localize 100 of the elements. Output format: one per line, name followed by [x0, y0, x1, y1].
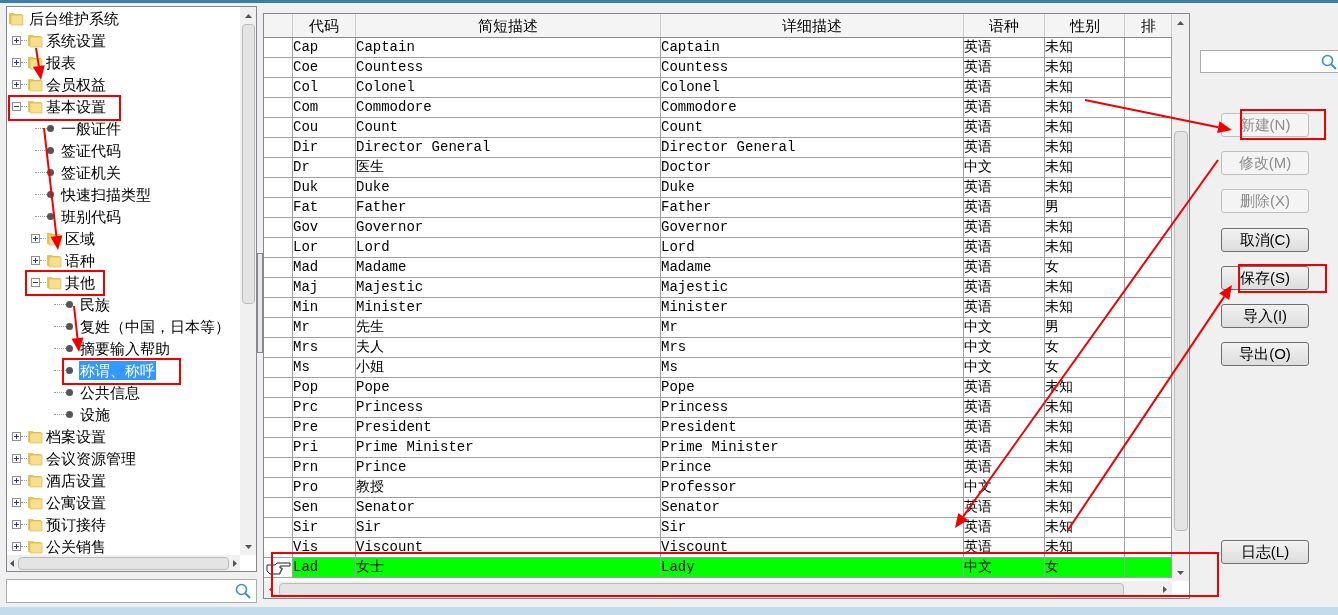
- scroll-left-icon[interactable]: [10, 559, 14, 567]
- tree-item[interactable]: 会员权益: [45, 74, 107, 94]
- tree-item[interactable]: 快速扫描类型: [60, 184, 152, 204]
- tree-item[interactable]: 语种: [64, 250, 96, 270]
- table-cell: 英语: [964, 198, 1045, 217]
- column-header[interactable]: 详细描述: [661, 14, 964, 37]
- table-cell: 女: [1045, 358, 1125, 377]
- action-button[interactable]: 保存(S): [1221, 266, 1309, 290]
- scroll-right-icon[interactable]: [1163, 586, 1167, 593]
- scroll-up-icon[interactable]: [244, 13, 252, 18]
- scroll-left-icon[interactable]: [269, 586, 273, 593]
- table-cell: 未知: [1045, 38, 1125, 57]
- action-button[interactable]: 取消(C): [1221, 228, 1309, 252]
- scrollbar-thumb[interactable]: [18, 556, 229, 570]
- expand-icon[interactable]: [12, 79, 21, 89]
- horizontal-scrollbar[interactable]: [7, 555, 240, 571]
- table-cell: Madame: [356, 258, 661, 277]
- bullet-icon: [66, 344, 73, 352]
- table-cell: 未知: [1045, 118, 1125, 137]
- table-cell: Mr: [661, 318, 964, 337]
- scroll-down-icon[interactable]: [1177, 570, 1184, 575]
- tree-item[interactable]: 报表: [45, 52, 77, 72]
- table-cell: 英语: [964, 378, 1045, 397]
- scrollbar-thumb[interactable]: [241, 24, 255, 304]
- tree-item[interactable]: 签证代码: [60, 140, 122, 160]
- column-header[interactable]: 性别: [1045, 14, 1125, 37]
- expand-icon[interactable]: [31, 233, 40, 243]
- expand-icon[interactable]: [12, 57, 21, 67]
- column-header[interactable]: 简短描述: [356, 14, 661, 37]
- tree-item[interactable]: 会议资源管理: [45, 448, 137, 468]
- table-cell: Com: [293, 98, 356, 117]
- table-cell: 英语: [964, 518, 1045, 537]
- table-cell: Governor: [356, 218, 661, 237]
- expand-icon[interactable]: [12, 453, 21, 463]
- collapse-icon[interactable]: [12, 101, 21, 111]
- search-icon[interactable]: [1321, 53, 1337, 70]
- expand-icon[interactable]: [12, 497, 21, 507]
- folder-icon: [27, 98, 43, 114]
- expand-icon[interactable]: [12, 541, 21, 551]
- action-button[interactable]: 导出(O): [1221, 342, 1309, 366]
- table-cell: President: [661, 418, 964, 437]
- tree-item[interactable]: 复姓（中国，日本等）: [79, 316, 231, 336]
- table-cell: 英语: [964, 78, 1045, 97]
- table-cell: Dir: [293, 138, 356, 157]
- table-cell: 未知: [1045, 238, 1125, 257]
- tree-item[interactable]: 民族: [79, 294, 111, 314]
- table-cell: 教授: [356, 478, 661, 497]
- folder-icon: [27, 450, 43, 466]
- action-button[interactable]: 日志(L): [1221, 540, 1309, 564]
- tree-item[interactable]: 预订接待: [45, 514, 107, 534]
- vertical-scrollbar[interactable]: [240, 7, 256, 555]
- table-cell: 英语: [964, 278, 1045, 297]
- bullet-icon: [47, 190, 54, 198]
- tree-item[interactable]: 其他: [64, 272, 96, 292]
- tree-item[interactable]: 设施: [79, 404, 111, 424]
- tree-item[interactable]: 公关销售: [45, 536, 107, 555]
- scrollbar-thumb[interactable]: [1173, 131, 1188, 531]
- table-cell: 英语: [964, 58, 1045, 77]
- tree-item[interactable]: 基本设置: [45, 96, 107, 116]
- bullet-icon: [47, 168, 54, 176]
- table-cell: 未知: [1045, 98, 1125, 117]
- table-cell: Sir: [356, 518, 661, 537]
- tree-item[interactable]: 签证机关: [60, 162, 122, 182]
- table-cell: Professor: [661, 478, 964, 497]
- scrollbar-thumb[interactable]: [279, 582, 1124, 597]
- tree-item[interactable]: 摘要输入帮助: [79, 338, 171, 358]
- collapse-icon[interactable]: [31, 277, 40, 287]
- scroll-down-icon[interactable]: [244, 544, 252, 549]
- table-cell: Colonel: [661, 78, 964, 97]
- search-field[interactable]: [6, 579, 257, 603]
- action-button[interactable]: 导入(I): [1221, 304, 1309, 328]
- tree-item[interactable]: 系统设置: [45, 30, 107, 50]
- search-icon[interactable]: [235, 583, 251, 599]
- expand-icon[interactable]: [31, 255, 40, 265]
- table-cell: Doctor: [661, 158, 964, 177]
- tree-item[interactable]: 公寓设置: [45, 492, 107, 512]
- tree-item[interactable]: 后台维护系统: [28, 8, 120, 28]
- tree-item[interactable]: 班别代码: [60, 206, 122, 226]
- expand-icon[interactable]: [12, 519, 21, 529]
- tree-item[interactable]: 公共信息: [79, 382, 141, 402]
- scroll-up-icon[interactable]: [1177, 20, 1184, 25]
- table-cell: Senator: [356, 498, 661, 517]
- tree-item[interactable]: 一般证件: [60, 118, 122, 138]
- expand-icon[interactable]: [12, 35, 21, 45]
- table-cell: 未知: [1045, 298, 1125, 317]
- expand-icon[interactable]: [12, 431, 21, 441]
- table-cell: 夫人: [356, 338, 661, 357]
- folder-icon: [27, 32, 43, 48]
- tree-item[interactable]: 档案设置: [45, 426, 107, 446]
- tree-item[interactable]: 区域: [64, 228, 96, 248]
- table-cell: Mrs: [293, 338, 356, 357]
- table-cell: 英语: [964, 238, 1045, 257]
- column-header[interactable]: 语种: [964, 14, 1045, 37]
- column-header[interactable]: 代码: [293, 14, 356, 37]
- tree-item[interactable]: 酒店设置: [45, 470, 107, 490]
- splitter-handle[interactable]: [257, 253, 263, 353]
- expand-icon[interactable]: [12, 475, 21, 485]
- vertical-scrollbar[interactable]: [1172, 14, 1189, 581]
- scroll-right-icon[interactable]: [233, 559, 237, 567]
- search-field[interactable]: [1200, 50, 1338, 73]
